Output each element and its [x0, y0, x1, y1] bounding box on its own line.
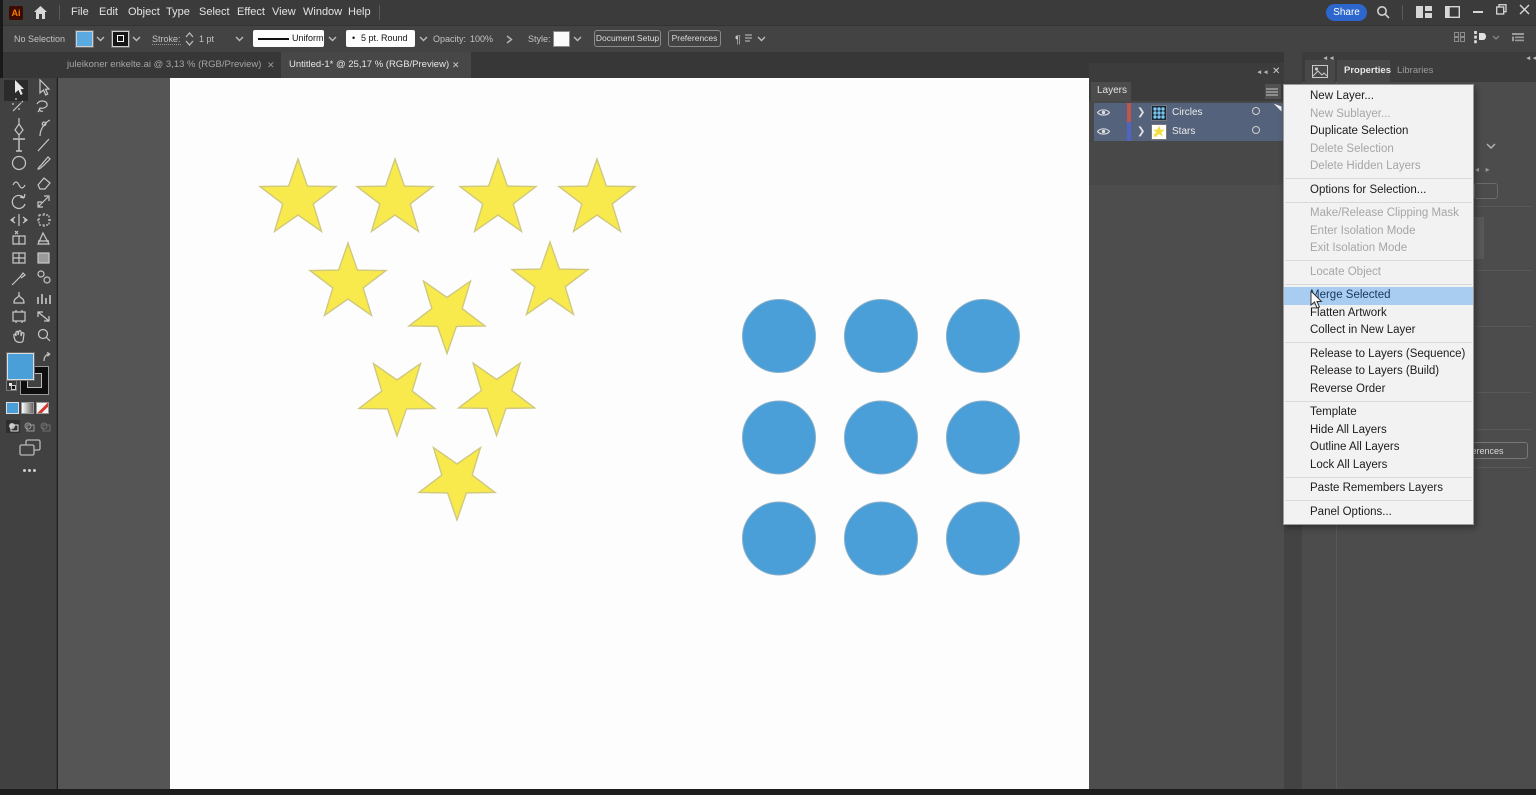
svg-text:¶: ¶ [735, 34, 741, 46]
